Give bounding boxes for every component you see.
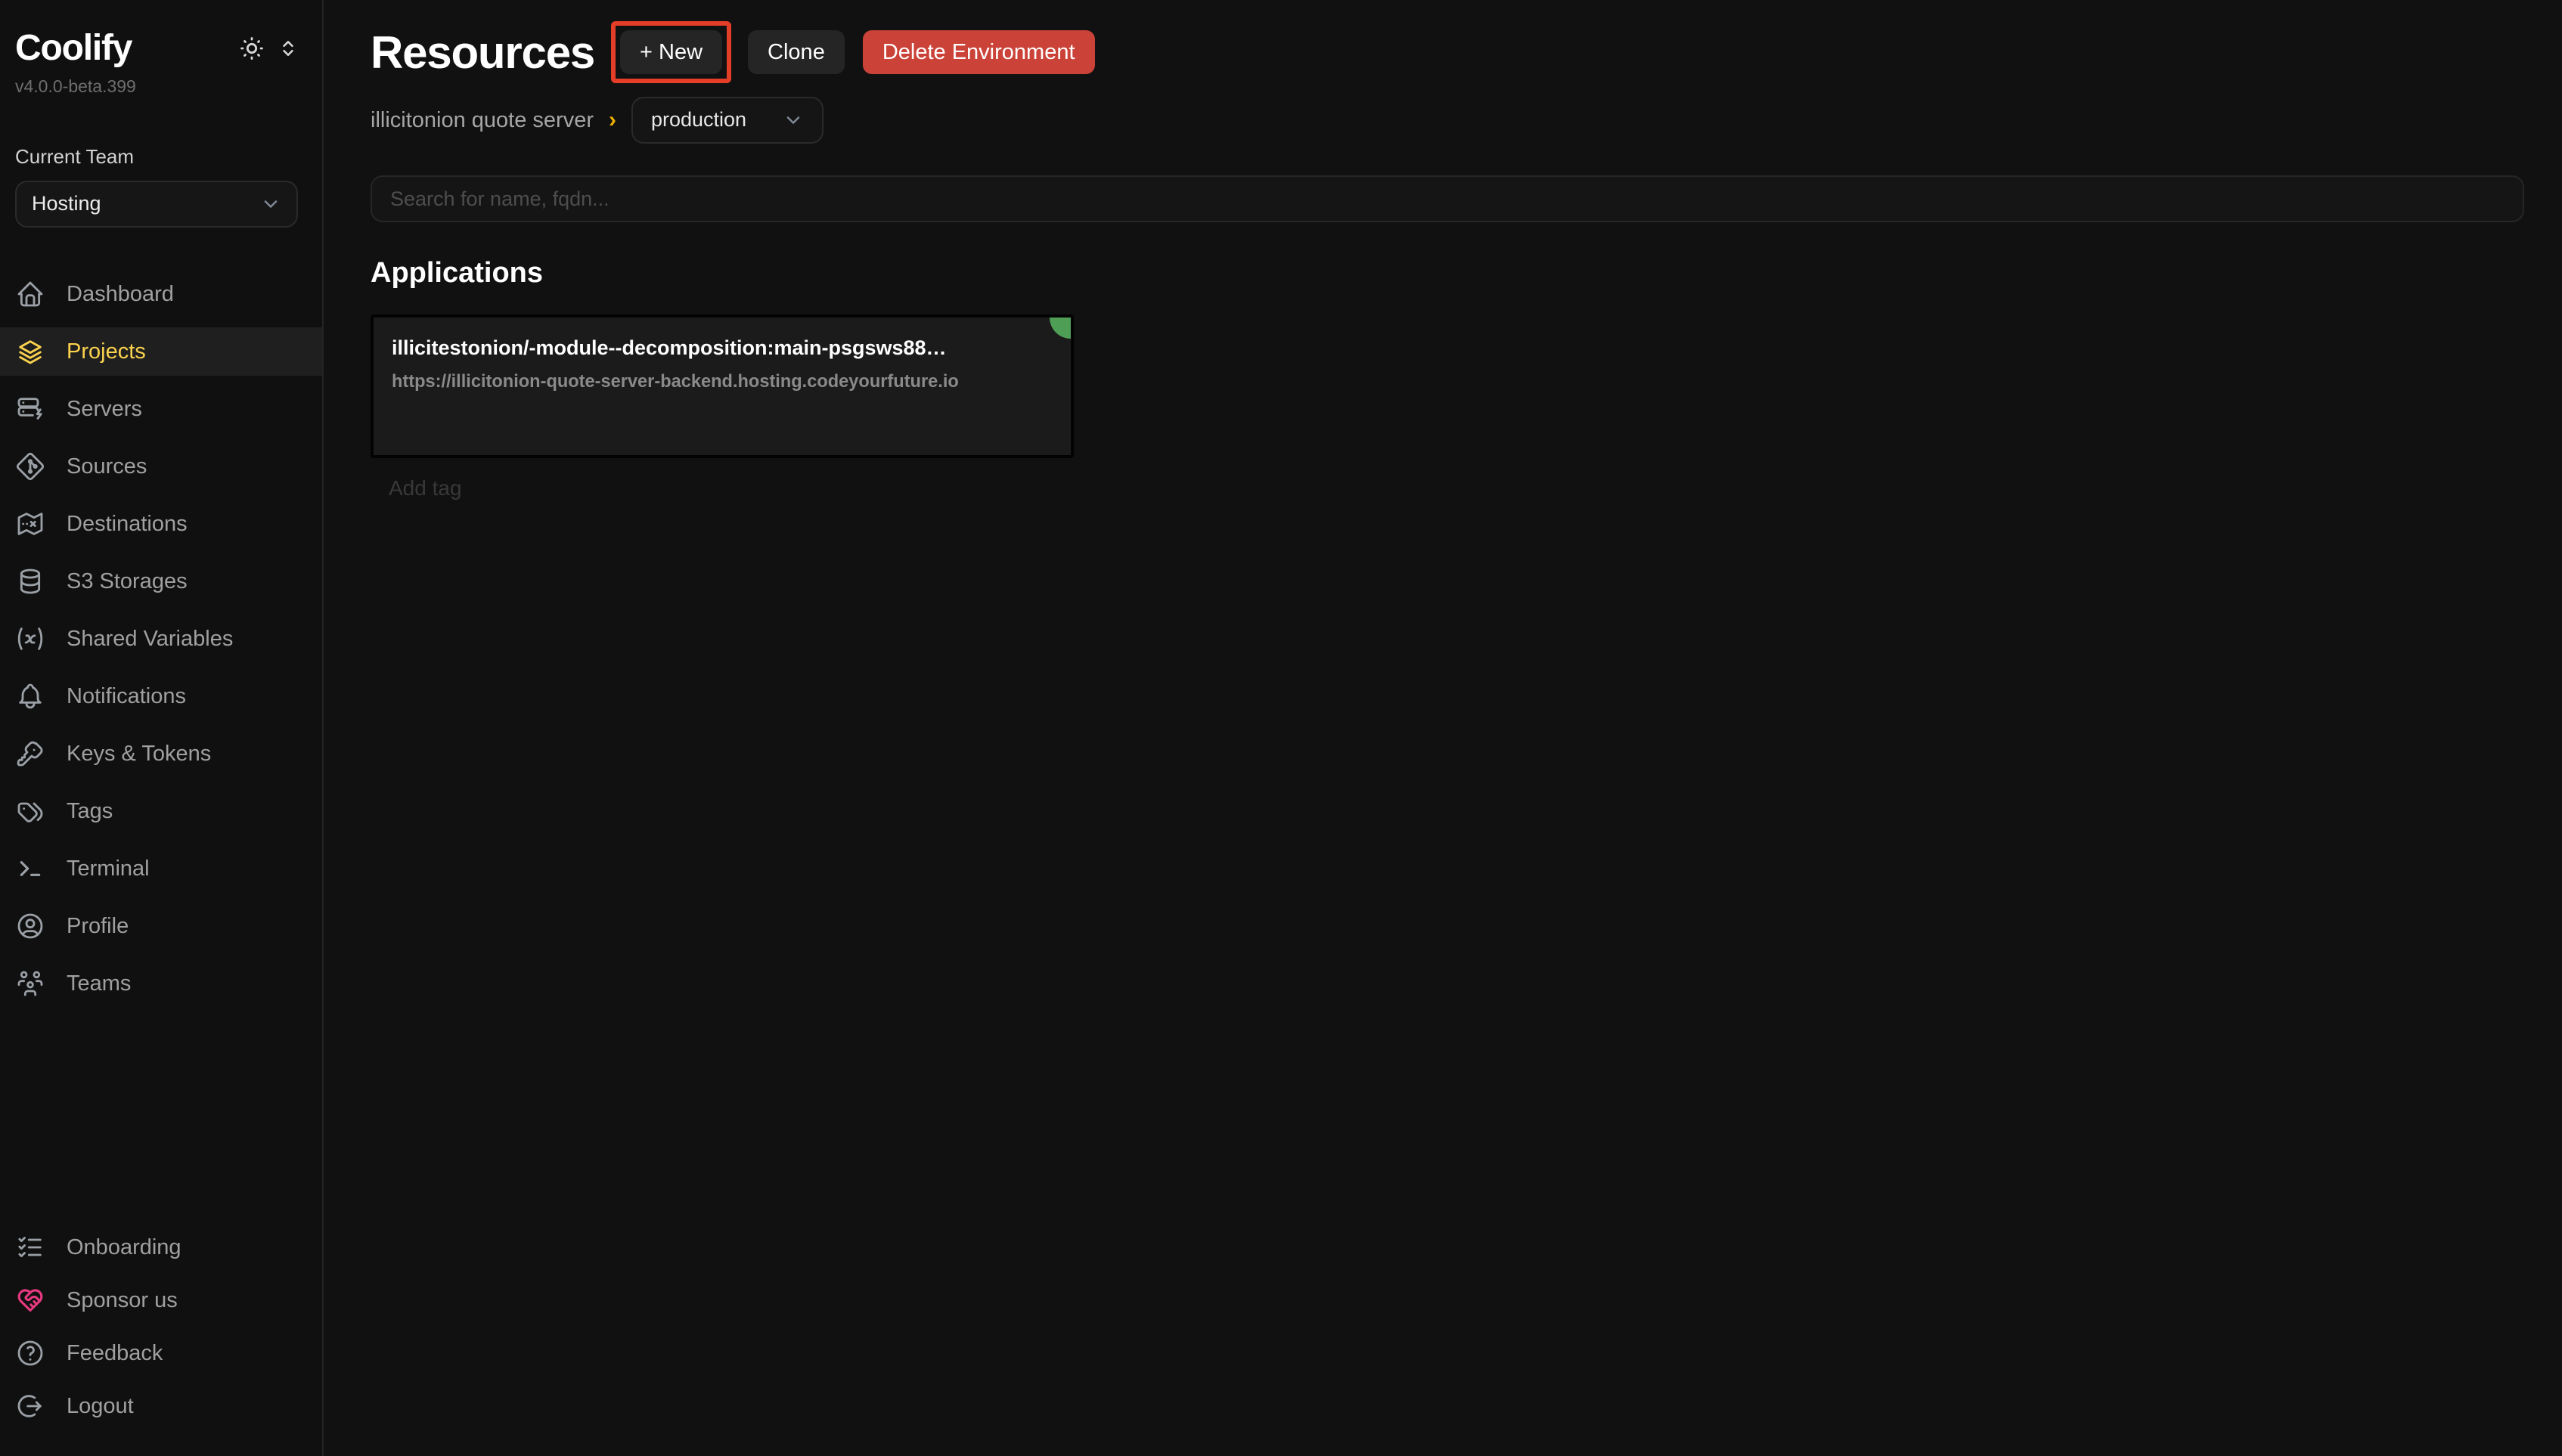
users-icon	[15, 968, 45, 999]
variable-icon	[15, 624, 45, 654]
new-button[interactable]: + New	[620, 30, 722, 74]
sidebar-item-logout[interactable]: Logout	[0, 1382, 322, 1430]
current-team-label: Current Team	[15, 144, 298, 169]
sidebar-item-label: Teams	[67, 970, 131, 997]
chevron-down-icon	[783, 110, 804, 131]
layers-icon	[15, 336, 45, 367]
sidebar-item-sponsor-us[interactable]: Sponsor us	[0, 1276, 322, 1324]
app-version: v4.0.0-beta.399	[15, 76, 298, 98]
sidebar-item-label: Terminal	[67, 855, 150, 882]
application-url: https://illicitonion-quote-server-backen…	[392, 371, 1053, 393]
status-indicator	[1050, 318, 1071, 339]
sidebar-item-label: Keys & Tokens	[67, 740, 211, 767]
database-icon	[15, 566, 45, 596]
chevron-right-icon: ›	[609, 106, 616, 135]
sidebar-item-label: Projects	[67, 338, 146, 365]
main-content: Resources + New Clone Delete Environment…	[324, 0, 2562, 1456]
sidebar-item-keys-tokens[interactable]: Keys & Tokens	[0, 730, 322, 778]
sidebar-item-label: Logout	[67, 1392, 134, 1420]
chevron-down-icon	[260, 194, 281, 215]
server-icon	[15, 394, 45, 424]
sidebar-header: Coolify v4.0.0-beta.399 Current Team Hos…	[0, 0, 322, 228]
coolify-app: Coolify v4.0.0-beta.399 Current Team Hos…	[0, 0, 2562, 1456]
sidebar: Coolify v4.0.0-beta.399 Current Team Hos…	[0, 0, 324, 1456]
sidebar-item-label: Onboarding	[67, 1234, 181, 1261]
search-input[interactable]	[371, 175, 2524, 222]
app-logo[interactable]: Coolify	[15, 26, 132, 71]
theme-toggle-sun-icon[interactable]	[239, 36, 265, 61]
sidebar-item-dashboard[interactable]: Dashboard	[0, 270, 322, 318]
map-icon	[15, 509, 45, 539]
key-icon	[15, 739, 45, 769]
environment-select[interactable]: production	[631, 97, 824, 144]
team-select-value: Hosting	[32, 191, 101, 217]
sidebar-item-destinations[interactable]: Destinations	[0, 500, 322, 548]
bell-icon	[15, 681, 45, 711]
sidebar-item-label: Servers	[67, 395, 142, 423]
sidebar-item-label: Shared Variables	[67, 625, 233, 652]
sidebar-item-label: Notifications	[67, 683, 186, 710]
applications-list: illicitestonion/-module--decomposition:m…	[371, 314, 2524, 458]
sidebar-footer: Onboarding Sponsor us Feedback Logout	[0, 1223, 322, 1456]
team-select[interactable]: Hosting	[15, 181, 298, 228]
breadcrumb-project[interactable]: illicitonion quote server	[371, 107, 594, 134]
sidebar-item-shared-variables[interactable]: Shared Variables	[0, 615, 322, 663]
clone-button[interactable]: Clone	[748, 30, 845, 74]
expand-collapse-icon[interactable]	[278, 39, 298, 58]
sidebar-item-label: Dashboard	[67, 280, 174, 308]
sidebar-item-label: Feedback	[67, 1340, 163, 1367]
application-card[interactable]: illicitestonion/-module--decomposition:m…	[371, 314, 1074, 458]
heart-handshake-icon	[15, 1285, 45, 1315]
sidebar-item-servers[interactable]: Servers	[0, 385, 322, 433]
terminal-icon	[15, 853, 45, 884]
sidebar-item-label: Tags	[67, 798, 113, 825]
help-icon	[15, 1338, 45, 1368]
applications-section-title: Applications	[371, 256, 2524, 292]
home-icon	[15, 279, 45, 309]
checklist-icon	[15, 1232, 45, 1262]
highlight-annotation: + New	[611, 21, 731, 83]
delete-environment-button[interactable]: Delete Environment	[863, 30, 1095, 74]
sidebar-item-feedback[interactable]: Feedback	[0, 1329, 322, 1377]
add-tag-input[interactable]: Add tag	[389, 475, 2524, 501]
page-header: Resources + New Clone Delete Environment	[371, 21, 2524, 83]
sidebar-nav: Dashboard Projects Servers Sources	[0, 270, 322, 1017]
sidebar-item-notifications[interactable]: Notifications	[0, 672, 322, 720]
user-circle-icon	[15, 911, 45, 941]
sidebar-item-tags[interactable]: Tags	[0, 787, 322, 835]
sidebar-item-profile[interactable]: Profile	[0, 902, 322, 950]
tag-icon	[15, 796, 45, 826]
sidebar-item-projects[interactable]: Projects	[0, 327, 322, 376]
sidebar-item-label: Sponsor us	[67, 1287, 178, 1314]
sidebar-item-terminal[interactable]: Terminal	[0, 844, 322, 893]
git-icon	[15, 451, 45, 482]
sidebar-item-label: Destinations	[67, 510, 188, 537]
sidebar-item-teams[interactable]: Teams	[0, 959, 322, 1008]
breadcrumb: illicitonion quote server › production	[371, 97, 2524, 144]
sidebar-item-label: S3 Storages	[67, 568, 188, 595]
application-name: illicitestonion/-module--decomposition:m…	[392, 336, 1053, 361]
page-title: Resources	[371, 24, 594, 81]
sidebar-item-label: Sources	[67, 453, 147, 480]
environment-select-value: production	[651, 107, 746, 133]
sidebar-item-s3-storages[interactable]: S3 Storages	[0, 557, 322, 606]
sidebar-item-sources[interactable]: Sources	[0, 442, 322, 491]
logout-icon	[15, 1391, 45, 1421]
sidebar-item-label: Profile	[67, 912, 129, 940]
sidebar-item-onboarding[interactable]: Onboarding	[0, 1223, 322, 1272]
